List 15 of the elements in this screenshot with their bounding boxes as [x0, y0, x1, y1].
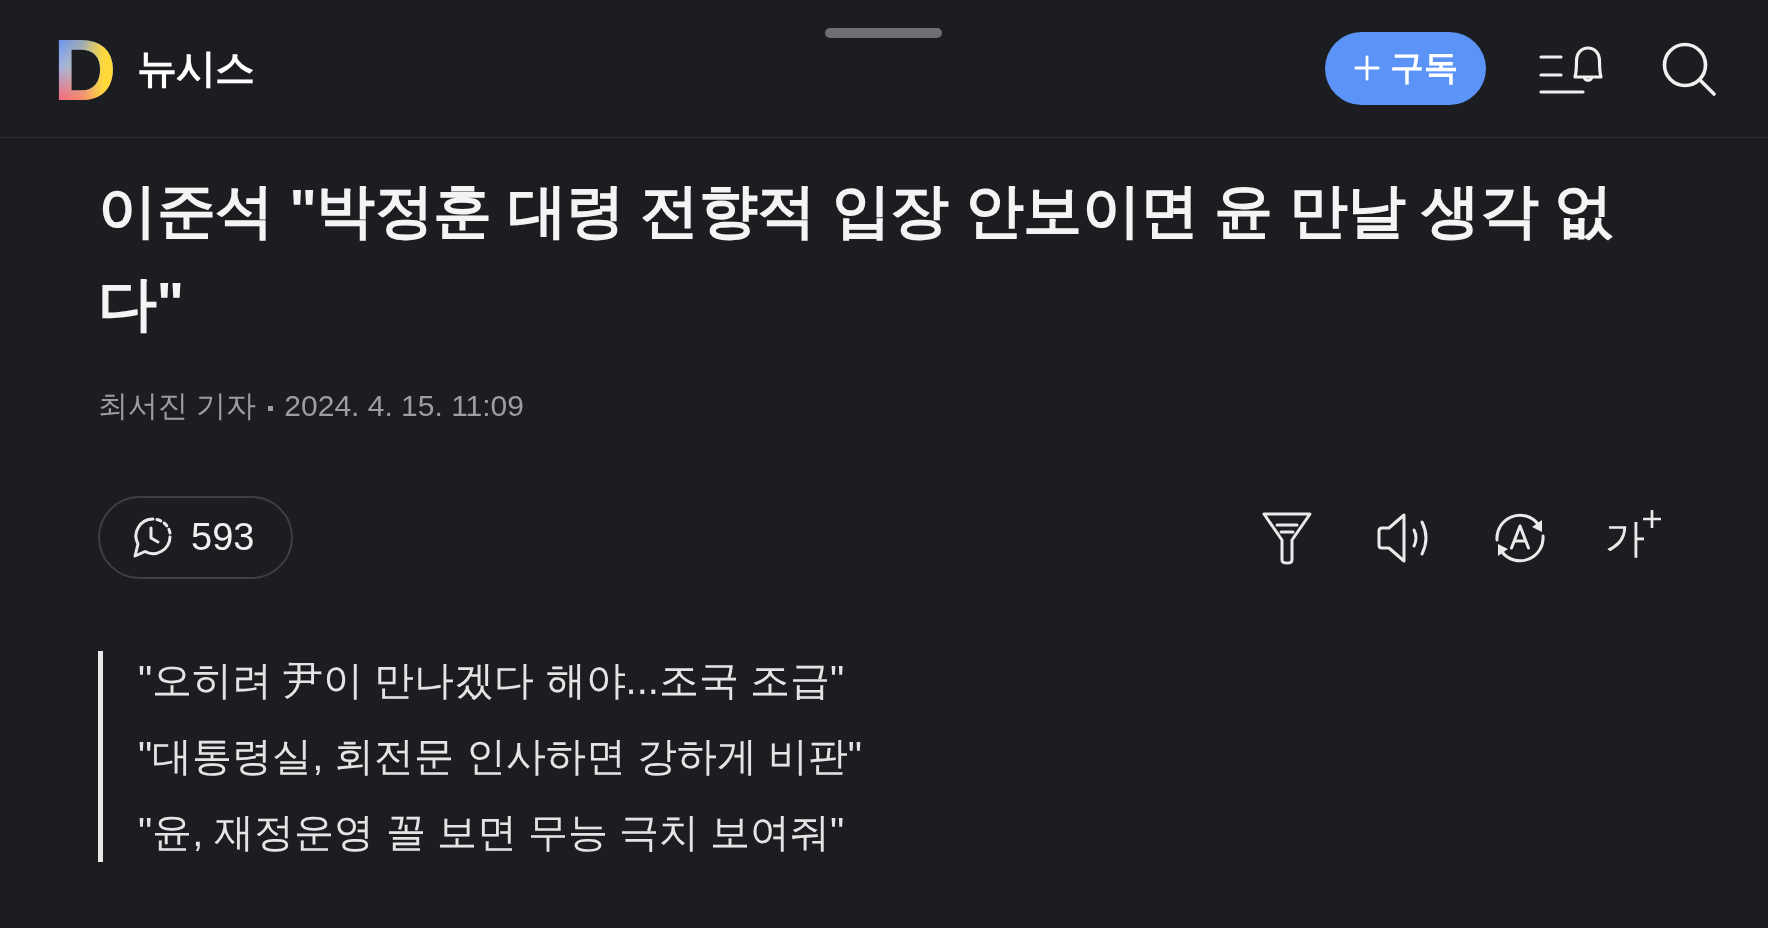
bullet-icon	[268, 405, 274, 411]
notification-list-icon[interactable]	[1539, 44, 1605, 95]
font-size-button[interactable]: 가	[1605, 509, 1661, 566]
summary-line: "대통령실, 회전문 인사하면 강하게 비판"	[138, 733, 862, 780]
plus-icon	[1643, 509, 1661, 528]
plus-icon	[1353, 54, 1380, 81]
article-title: 이준석 "박정훈 대령 전향적 입장 안보이면 윤 만날 생각 없다"	[98, 177, 1614, 338]
search-icon[interactable]	[1661, 40, 1717, 97]
brand-name[interactable]: 뉴시스	[136, 41, 254, 96]
summary-line: "오히려 尹이 만나겠다 해야...조국 조급"	[138, 657, 846, 704]
comment-button[interactable]: 593	[98, 496, 293, 579]
summary-line: "윤, 재정운영 꼴 보면 무능 극치 보여줘"	[138, 809, 846, 856]
publish-date: 2024. 4. 15. 11:09	[284, 389, 524, 423]
author-name: 최서진 기자	[98, 387, 257, 424]
drag-handle[interactable]	[825, 28, 942, 38]
